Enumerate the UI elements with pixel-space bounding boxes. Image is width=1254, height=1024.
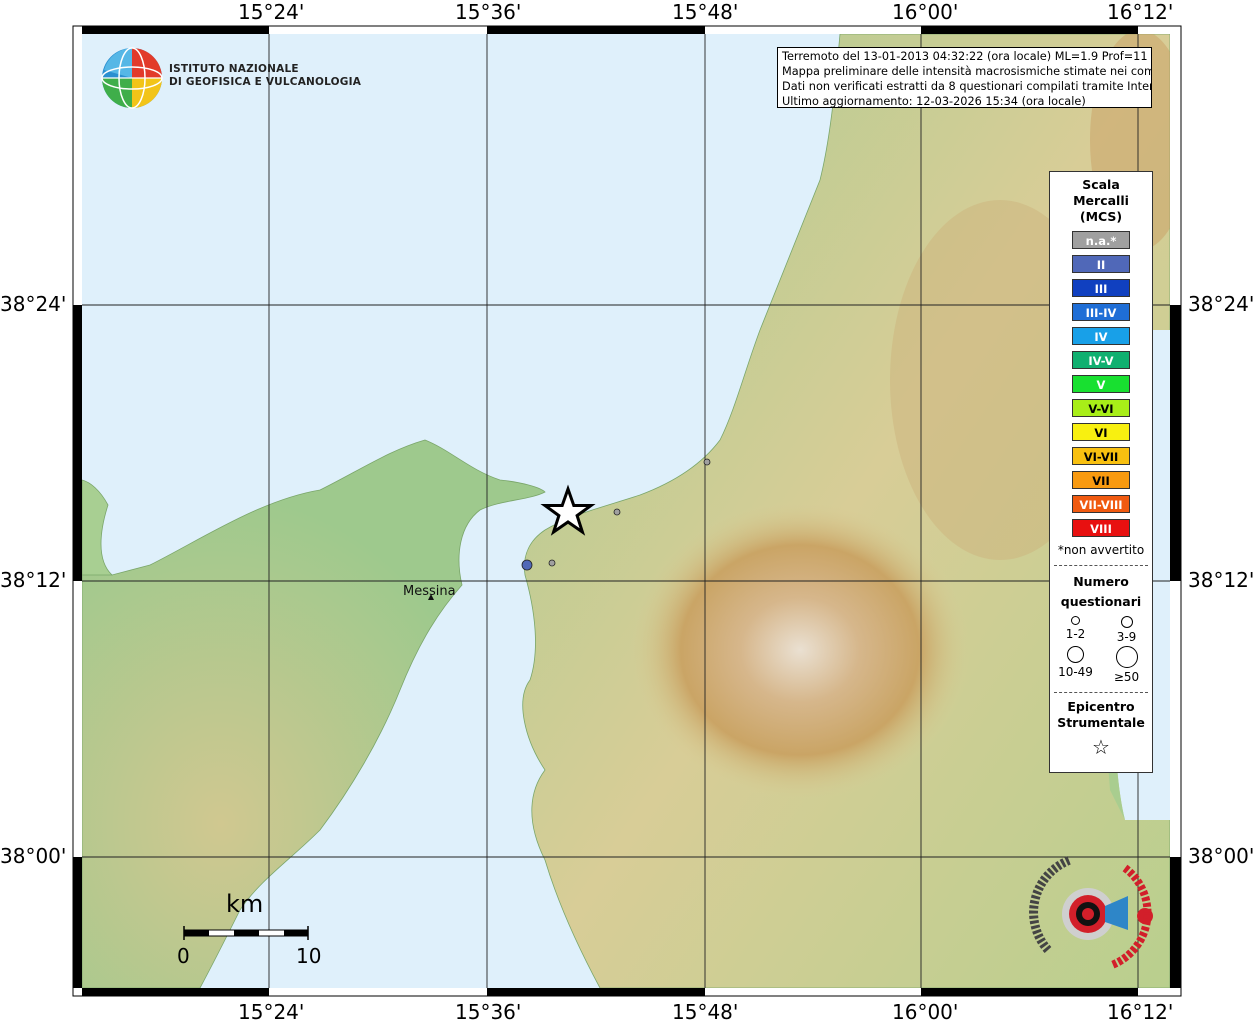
frame-segment bbox=[82, 26, 269, 34]
legend-swatch-vi: VI bbox=[1072, 423, 1130, 441]
size-circle-icon bbox=[1071, 616, 1080, 625]
legend-swatch-na: n.a.* bbox=[1072, 231, 1130, 249]
questionnaire-sizes: 1-2 3-9 10-49 ≥50 bbox=[1050, 616, 1152, 684]
lat-tick-left-2: 38°12' bbox=[0, 568, 67, 592]
legend-swatch-vvi: V-VI bbox=[1072, 399, 1130, 417]
mcs-legend: Scala Mercalli (MCS) n.a.* II III III-IV IV I… bbox=[1049, 171, 1153, 773]
legend-note: *non avvertito bbox=[1057, 543, 1145, 557]
epicenter-title-line: Epicentro bbox=[1067, 699, 1135, 714]
legend-swatch-iv: IV bbox=[1072, 327, 1130, 345]
legend-title: Scala Mercalli (MCS) bbox=[1050, 177, 1152, 225]
lat-tick-right-1: 38°24' bbox=[1188, 292, 1254, 316]
observation-point[interactable] bbox=[613, 508, 621, 516]
legend-title-line: Mercalli bbox=[1073, 193, 1129, 208]
size-label: 1-2 bbox=[1065, 627, 1086, 641]
legend-swatch-ii: II bbox=[1072, 255, 1130, 273]
lon-tick-bottom-5: 16°12' bbox=[1107, 1000, 1174, 1024]
frame-segment bbox=[487, 26, 705, 34]
frame-segment bbox=[921, 26, 1138, 34]
size-label: 3-9 bbox=[1116, 630, 1137, 644]
event-info-box: Terremoto del 13-01-2013 04:32:22 (ora l… bbox=[777, 47, 1152, 108]
lon-tick-top-5: 16°12' bbox=[1107, 0, 1174, 24]
legend-swatch-viiviii: VII-VIII bbox=[1072, 495, 1130, 513]
questionnaire-size-item: 10-49 bbox=[1050, 646, 1101, 684]
size-circle-icon bbox=[1067, 646, 1084, 663]
legend-title-line: Scala bbox=[1082, 177, 1120, 192]
epicenter-legend-icon: ☆ bbox=[1092, 735, 1110, 759]
frame-segment bbox=[73, 857, 82, 988]
legend-divider bbox=[1054, 565, 1148, 566]
size-circle-icon bbox=[1115, 646, 1138, 668]
frame-segment bbox=[82, 988, 269, 996]
legend-swatch-vivii: VI-VII bbox=[1072, 447, 1130, 465]
legend-swatch-iiiiv: III-IV bbox=[1072, 303, 1130, 321]
frame-segment bbox=[1170, 305, 1181, 581]
lon-tick-top-4: 16°00' bbox=[892, 0, 959, 24]
legend-title-line: (MCS) bbox=[1079, 209, 1123, 224]
questionnaire-size-item: 3-9 bbox=[1101, 616, 1152, 644]
lon-tick-bottom-2: 15°36' bbox=[455, 1000, 522, 1024]
lat-tick-left-1: 38°24' bbox=[0, 292, 67, 316]
frame-segment bbox=[1170, 857, 1181, 988]
questionnaire-title-line: questionari bbox=[1060, 594, 1142, 609]
frame-segment bbox=[73, 305, 82, 581]
lon-tick-bottom-1: 15°24' bbox=[238, 1000, 305, 1024]
ingv-logo-icon bbox=[101, 47, 163, 109]
legend-divider bbox=[1054, 692, 1148, 693]
scale-unit-label: km bbox=[226, 890, 264, 918]
scale-min-label: 0 bbox=[177, 944, 190, 968]
legend-swatch-vii: VII bbox=[1072, 471, 1130, 489]
legend-swatch-iii: III bbox=[1072, 279, 1130, 297]
ingv-logo-text: ISTITUTO NAZIONALE DI GEOFISICA E VULCAN… bbox=[169, 63, 361, 89]
lon-tick-bottom-3: 15°48' bbox=[672, 1000, 739, 1024]
questionnaire-title-line: Numero bbox=[1073, 574, 1129, 589]
observation-point[interactable] bbox=[548, 559, 556, 567]
observation-point[interactable] bbox=[703, 458, 711, 466]
logo-line-1: ISTITUTO NAZIONALE bbox=[169, 63, 299, 75]
lat-tick-left-3: 38°00' bbox=[0, 844, 67, 868]
size-label: 10-49 bbox=[1058, 665, 1093, 679]
epicenter-title-line: Strumentale bbox=[1057, 715, 1145, 730]
scale-max-label: 10 bbox=[296, 944, 322, 968]
observation-point[interactable] bbox=[521, 559, 533, 571]
questionnaire-title: Numero questionari bbox=[1050, 572, 1152, 612]
legend-swatch-viii: VIII bbox=[1072, 519, 1130, 537]
city-label-messina: Messina bbox=[403, 584, 456, 599]
logo-line-2: DI GEOFISICA E VULCANOLOGIA bbox=[169, 76, 362, 88]
legend-swatch-v: V bbox=[1072, 375, 1130, 393]
questionnaire-size-item: ≥50 bbox=[1101, 646, 1152, 684]
frame-segment bbox=[487, 988, 705, 996]
size-circle-icon bbox=[1120, 616, 1133, 628]
lat-tick-right-2: 38°12' bbox=[1188, 568, 1254, 592]
lon-tick-top-2: 15°36' bbox=[455, 0, 522, 24]
lon-tick-bottom-4: 16°00' bbox=[892, 1000, 959, 1024]
epicenter-title: Epicentro Strumentale bbox=[1050, 699, 1152, 731]
frame-segment bbox=[921, 988, 1138, 996]
info-line-2: Mappa preliminare delle intensità macros… bbox=[782, 65, 1152, 78]
legend-swatch-ivv: IV-V bbox=[1072, 351, 1130, 369]
lon-tick-top-1: 15°24' bbox=[238, 0, 305, 24]
lon-tick-top-3: 15°48' bbox=[672, 0, 739, 24]
info-line-1: Terremoto del 13-01-2013 04:32:22 (ora l… bbox=[782, 50, 1152, 63]
size-label: ≥50 bbox=[1113, 670, 1140, 684]
lat-tick-right-3: 38°00' bbox=[1188, 844, 1254, 868]
legend-swatches: n.a.* II III III-IV IV IV-V V V-VI VI VI-VII VII VI… bbox=[1050, 231, 1152, 537]
info-line-4: Ultimo aggiornamento: 12-03-2026 15:34 (… bbox=[782, 95, 1086, 108]
aspromonte-relief bbox=[630, 500, 970, 800]
questionnaire-size-item: 1-2 bbox=[1050, 616, 1101, 644]
info-line-3: Dati non verificati estratti da 8 questi… bbox=[782, 80, 1152, 93]
